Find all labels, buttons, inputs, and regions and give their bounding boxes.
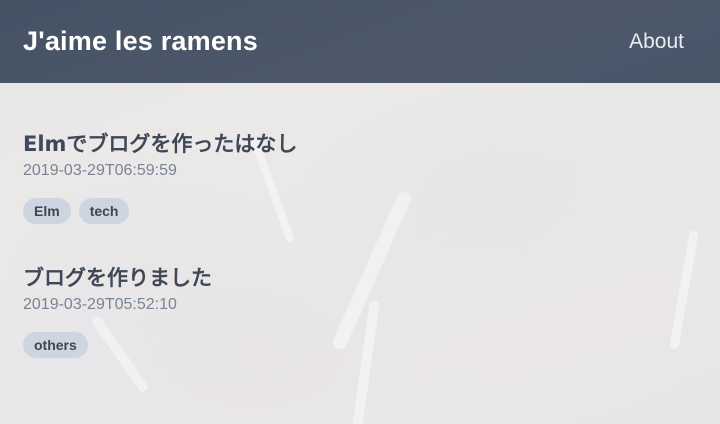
post-tags: others [23, 332, 697, 358]
tag-others[interactable]: others [23, 332, 88, 358]
post-item: ブログを作りました 2019-03-29T05:52:10 others [23, 262, 697, 358]
post-date: 2019-03-29T06:59:59 [23, 162, 177, 179]
post-item: Elmでブログを作ったはなし 2019-03-29T06:59:59 Elm t… [23, 128, 697, 224]
site-header: J'aime les ramens About [0, 0, 720, 83]
post-tags: Elm tech [23, 198, 697, 224]
nav-about-link[interactable]: About [629, 30, 684, 54]
post-title-link[interactable]: Elmでブログを作ったはなし [23, 128, 297, 160]
post-list: Elmでブログを作ったはなし 2019-03-29T06:59:59 Elm t… [23, 128, 697, 358]
post-date: 2019-03-29T05:52:10 [23, 296, 177, 313]
site-title-link[interactable]: J'aime les ramens [23, 26, 258, 57]
tag-elm[interactable]: Elm [23, 198, 71, 224]
tag-tech[interactable]: tech [78, 198, 130, 224]
post-title-link[interactable]: ブログを作りました [23, 262, 212, 294]
